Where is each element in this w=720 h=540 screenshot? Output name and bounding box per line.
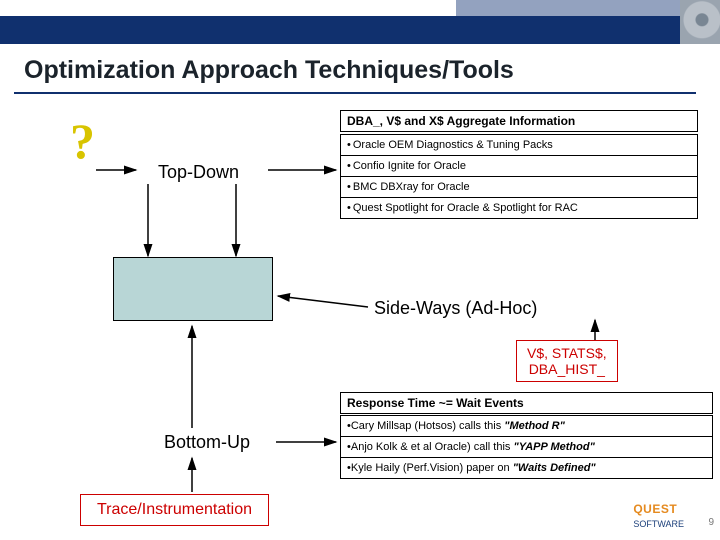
logo-sub: SOFTWARE <box>633 519 684 529</box>
arrow <box>278 296 368 307</box>
topdown-label: Top-Down <box>140 160 257 185</box>
response-time-header: Response Time ~= Wait Events <box>340 392 713 414</box>
stats-source-box: V$, STATS$, DBA_HIST_ <box>516 340 618 382</box>
dba-aggregate-list: •Oracle OEM Diagnostics & Tuning Packs •… <box>340 134 698 219</box>
title-underline <box>14 92 696 94</box>
logo-brand: QUEST <box>633 502 677 516</box>
header-eye-image <box>680 0 720 44</box>
question-mark-icon: ? <box>70 116 95 166</box>
response-time-list: •Cary Millsap (Hotsos) calls this "Metho… <box>340 415 713 479</box>
list-item-label: Oracle OEM Diagnostics & Tuning Packs <box>353 139 553 151</box>
list-item: •Oracle OEM Diagnostics & Tuning Packs <box>340 134 698 156</box>
list-item: •Confio Ignite for Oracle <box>340 156 698 177</box>
list-item-label: Quest Spotlight for Oracle & Spotlight f… <box>353 202 578 214</box>
list-item: •Kyle Haily (Perf.Vision) paper on "Wait… <box>340 458 713 479</box>
list-item-label: BMC DBXray for Oracle <box>353 181 470 193</box>
list-item-label: Anjo Kolk & et al Oracle) call this <box>351 441 514 453</box>
page-number: 9 <box>708 517 714 528</box>
page-title: Optimization Approach Techniques/Tools <box>24 56 514 85</box>
sideways-label: Side-Ways (Ad-Hoc) <box>374 298 537 319</box>
center-focus-box <box>113 257 273 321</box>
list-item-emphasis: "Waits Defined" <box>513 462 596 474</box>
quest-logo: QUEST SOFTWARE <box>633 502 684 530</box>
dba-aggregate-header: DBA_, V$ and X$ Aggregate Information <box>340 110 698 132</box>
list-item: •Cary Millsap (Hotsos) calls this "Metho… <box>340 415 713 437</box>
list-item: •Quest Spotlight for Oracle & Spotlight … <box>340 198 698 219</box>
list-item-emphasis: "YAPP Method" <box>513 441 594 453</box>
list-item: •BMC DBXray for Oracle <box>340 177 698 198</box>
header-band <box>0 0 720 44</box>
bottomup-label: Bottom-Up <box>158 430 256 455</box>
list-item-emphasis: "Method R" <box>504 420 565 432</box>
list-item-label: Cary Millsap (Hotsos) calls this <box>351 420 504 432</box>
list-item-label: Kyle Haily (Perf.Vision) paper on <box>351 462 513 474</box>
trace-instrumentation-box: Trace/Instrumentation <box>80 494 269 526</box>
stats-line-2: DBA_HIST_ <box>527 361 607 377</box>
list-item: •Anjo Kolk & et al Oracle) call this "YA… <box>340 437 713 458</box>
stats-line-1: V$, STATS$, <box>527 345 607 361</box>
list-item-label: Confio Ignite for Oracle <box>353 160 466 172</box>
